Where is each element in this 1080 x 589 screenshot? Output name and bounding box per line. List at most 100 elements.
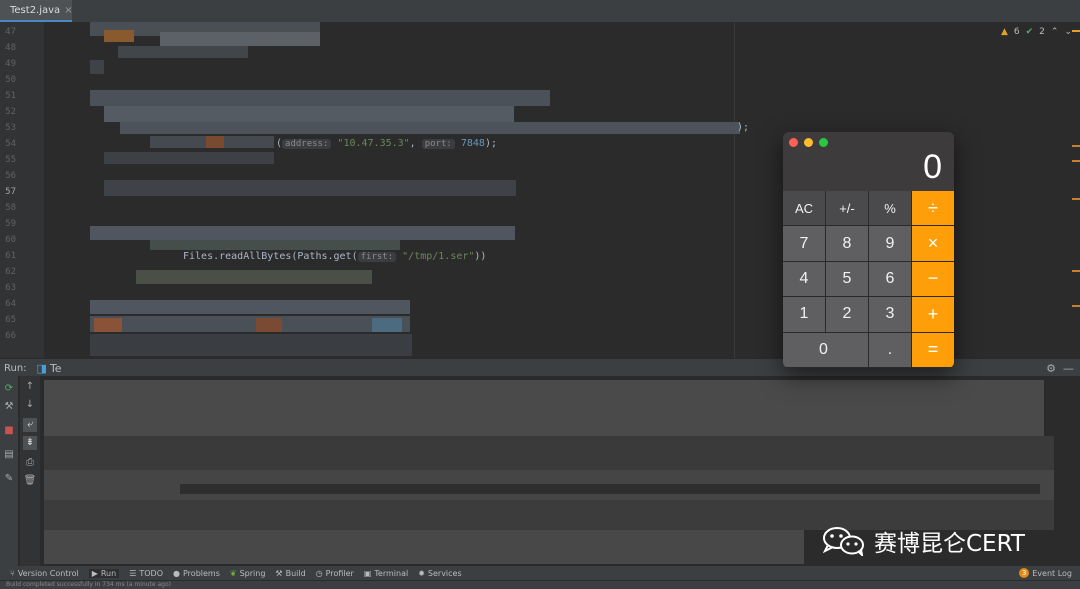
terminal-icon: ▣ bbox=[363, 568, 372, 578]
code-line-54: (address: "10.47.35.3", port: 7848); bbox=[276, 138, 497, 149]
line-number: 50 bbox=[5, 75, 16, 85]
digit-7-button[interactable]: 7 bbox=[783, 226, 825, 261]
soft-wrap-icon[interactable]: ⤶ bbox=[23, 418, 37, 432]
print-icon[interactable]: ⎙ bbox=[23, 456, 37, 470]
run-label: Run: bbox=[4, 362, 27, 374]
line-number-gutter: 47 48 49 50 51 52 53 54 55 56 57 58 59 6… bbox=[0, 22, 44, 358]
string-literal: "/tmp/1.ser" bbox=[402, 251, 475, 262]
warning-count: 6 bbox=[1013, 27, 1020, 37]
line-number: 51 bbox=[5, 91, 16, 101]
toolwindow-terminal[interactable]: ▣ Terminal bbox=[364, 569, 408, 578]
tab-test2-java[interactable]: Test2.java × bbox=[0, 0, 73, 22]
layout-icon[interactable]: ▤ bbox=[2, 448, 16, 462]
toolwindow-profiler[interactable]: ◷ Profiler bbox=[316, 569, 354, 578]
error-stripe-mark[interactable] bbox=[1072, 270, 1080, 272]
line-number: 47 bbox=[5, 27, 16, 37]
ok-count: 2 bbox=[1039, 27, 1045, 37]
tool-window-bar: ⑂ Version Control ▶ Run ☰ TODO ● Problems ❦ S… bbox=[0, 566, 1080, 580]
close-window-button[interactable] bbox=[789, 138, 798, 147]
maximize-window-button[interactable] bbox=[819, 138, 828, 147]
toolwindow-label: Profiler bbox=[325, 568, 354, 578]
toolwindow-label: TODO bbox=[139, 568, 164, 578]
toolwindow-services[interactable]: ✹ Services bbox=[418, 569, 461, 578]
toolwindow-problems[interactable]: ● Problems bbox=[173, 569, 220, 578]
event-log-button[interactable]: 3 Event Log bbox=[1019, 566, 1072, 580]
toolwindow-label: Version Control bbox=[17, 568, 79, 578]
watermark: 赛博昆仑CERT bbox=[822, 524, 1025, 558]
arrow-down-icon[interactable]: ↓ bbox=[23, 398, 37, 412]
digit-0-button[interactable]: 0 bbox=[783, 332, 868, 367]
wrench-icon[interactable]: ⚒ bbox=[2, 400, 16, 414]
chevron-up-icon[interactable]: ⌃ bbox=[1051, 27, 1059, 37]
minimize-window-button[interactable] bbox=[804, 138, 813, 147]
run-config-tab[interactable]: Te bbox=[50, 362, 62, 375]
line-number: 65 bbox=[5, 315, 16, 325]
todo-icon: ☰ bbox=[129, 568, 137, 578]
error-stripe-mark[interactable] bbox=[1072, 198, 1080, 200]
error-stripe-mark[interactable] bbox=[1072, 30, 1080, 32]
number-literal: 7848 bbox=[460, 138, 485, 149]
chevron-down-icon[interactable]: ⌄ bbox=[1064, 27, 1072, 37]
code-line-61: Files.readAllBytes(Paths.get(first: "/tm… bbox=[183, 251, 486, 262]
settings-icon[interactable]: ⚙ bbox=[1046, 362, 1056, 375]
check-icon: ✔ bbox=[1025, 27, 1034, 37]
line-number: 63 bbox=[5, 283, 16, 293]
inspection-widget[interactable]: ▲ 6 ✔ 2 ⌃ ⌄ bbox=[1001, 27, 1072, 37]
digit-6-button[interactable]: 6 bbox=[869, 261, 911, 297]
arrow-up-icon[interactable]: ↑ bbox=[23, 380, 37, 394]
digit-8-button[interactable]: 8 bbox=[826, 226, 868, 261]
param-hint-first: first: bbox=[357, 252, 397, 262]
run-config-icon: ◨ bbox=[36, 361, 47, 375]
digit-1-button[interactable]: 1 bbox=[783, 297, 825, 332]
digit-3-button[interactable]: 3 bbox=[869, 297, 911, 332]
sign-toggle-button[interactable]: +/- bbox=[826, 191, 868, 226]
subtract-button[interactable]: − bbox=[912, 261, 954, 297]
toolwindow-version-control[interactable]: ⑂ Version Control bbox=[10, 569, 79, 578]
toolwindow-spring[interactable]: ❦ Spring bbox=[230, 569, 266, 578]
line-number: 57 bbox=[5, 187, 16, 197]
code-tail: ); bbox=[484, 138, 497, 149]
right-margin-guide bbox=[734, 22, 735, 358]
close-icon[interactable]: × bbox=[64, 5, 72, 16]
divide-button[interactable]: ÷ bbox=[912, 191, 954, 226]
line-number: 56 bbox=[5, 171, 16, 181]
calculator-window: 0 AC +/- % ÷ 7 8 9 × 4 5 6 − 1 2 3 + 0 .… bbox=[783, 132, 954, 368]
digit-9-button[interactable]: 9 bbox=[869, 226, 911, 261]
digit-2-button[interactable]: 2 bbox=[826, 297, 868, 332]
run-toolbar-secondary: ↑ ↓ ⤶ ⇟ ⎙ 🗑 bbox=[20, 376, 40, 566]
toolwindow-label: Run bbox=[100, 568, 117, 578]
toolwindow-label: Spring bbox=[239, 568, 266, 578]
calculator-keypad: AC +/- % ÷ 7 8 9 × 4 5 6 − 1 2 3 + 0 . = bbox=[783, 191, 954, 368]
decimal-button[interactable]: . bbox=[869, 332, 911, 367]
clear-button[interactable]: AC bbox=[783, 191, 825, 226]
equals-button[interactable]: = bbox=[912, 332, 954, 367]
profiler-icon: ◷ bbox=[315, 568, 323, 578]
multiply-button[interactable]: × bbox=[912, 226, 954, 261]
line-number: 52 bbox=[5, 107, 16, 117]
code-line-53-tail: ); bbox=[737, 122, 750, 133]
version-control-icon: ⑂ bbox=[10, 568, 15, 578]
line-number: 64 bbox=[5, 299, 16, 309]
error-stripe-mark[interactable] bbox=[1072, 305, 1080, 307]
pin-icon[interactable]: ✎ bbox=[2, 472, 16, 486]
digit-5-button[interactable]: 5 bbox=[826, 261, 868, 297]
error-stripe-mark[interactable] bbox=[1072, 145, 1080, 147]
scroll-to-end-icon[interactable]: ⇟ bbox=[23, 436, 37, 450]
error-stripe-mark[interactable] bbox=[1072, 160, 1080, 162]
rerun-icon[interactable]: ⟳ bbox=[2, 382, 16, 396]
line-number: 61 bbox=[5, 251, 16, 261]
toolwindow-label: Services bbox=[427, 568, 462, 578]
toolwindow-build[interactable]: ⚒ Build bbox=[275, 569, 305, 578]
line-number: 49 bbox=[5, 59, 16, 69]
add-button[interactable]: + bbox=[912, 297, 954, 332]
trash-icon[interactable]: 🗑 bbox=[23, 474, 37, 488]
tab-label: Test2.java bbox=[10, 4, 61, 16]
param-hint-port: port: bbox=[421, 139, 455, 149]
toolwindow-run[interactable]: ▶ Run bbox=[88, 568, 120, 578]
digit-4-button[interactable]: 4 bbox=[783, 261, 825, 297]
percent-button[interactable]: % bbox=[869, 191, 911, 226]
line-number: 66 bbox=[5, 331, 16, 341]
toolwindow-todo[interactable]: ☰ TODO bbox=[129, 569, 163, 578]
minimize-panel-icon[interactable]: — bbox=[1063, 362, 1074, 375]
stop-icon[interactable]: ■ bbox=[2, 424, 16, 438]
